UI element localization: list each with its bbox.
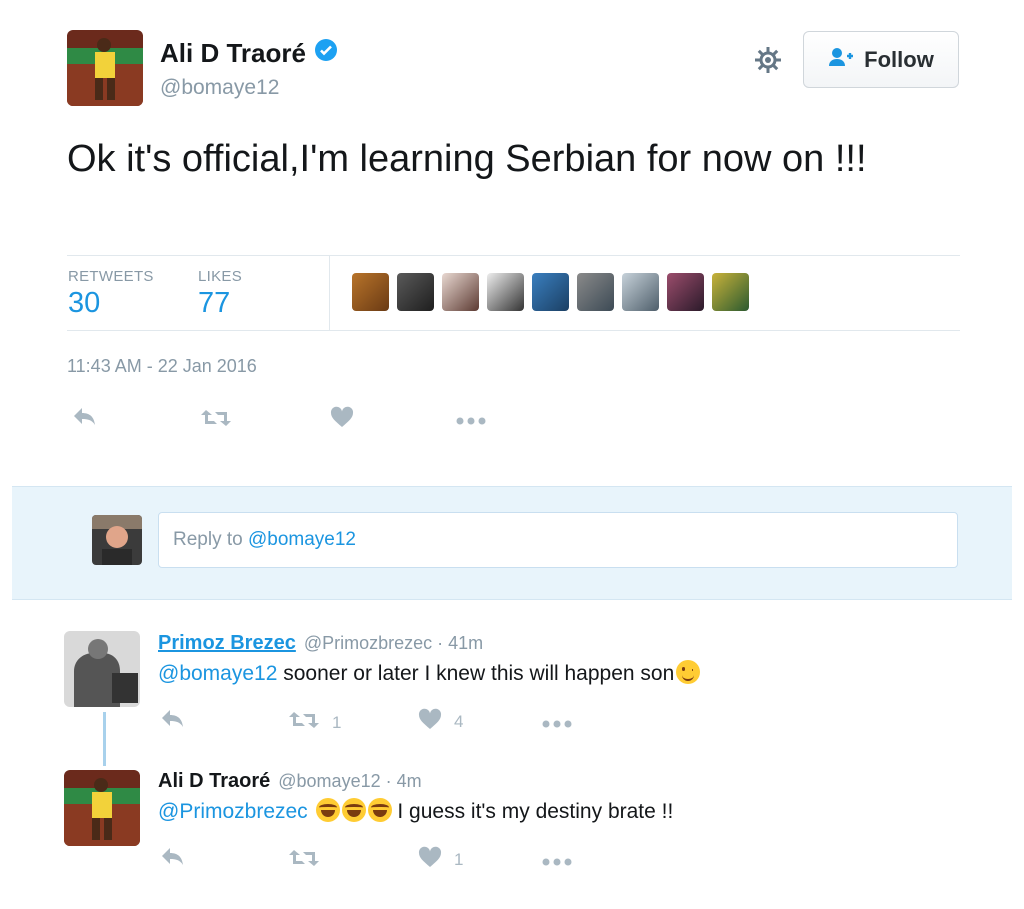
tears-of-joy-emoji-icon — [315, 798, 340, 822]
retweet-icon — [200, 408, 232, 433]
reply-mention[interactable]: @Primozbrezec — [158, 800, 308, 823]
follow-label: Follow — [864, 46, 934, 72]
reply-action[interactable] — [160, 708, 186, 735]
winking-face-emoji-icon — [676, 660, 701, 684]
more-action[interactable] — [542, 852, 572, 872]
gear-icon[interactable] — [752, 44, 784, 76]
author-avatar[interactable] — [67, 30, 143, 106]
follow-user-icon — [828, 47, 854, 73]
liker-avatar[interactable] — [712, 273, 749, 311]
retweet-icon — [288, 848, 320, 873]
retweets-stat[interactable]: RETWEETS 30 — [68, 268, 154, 320]
reply-text: @bomaye12 sooner or later I knew this wi… — [158, 660, 701, 686]
tears-of-joy-emoji-icon — [367, 798, 392, 822]
author-name[interactable]: Ali D Traoré — [160, 38, 306, 69]
tweet-timestamp[interactable]: 11:43 AM - 22 Jan 2016 — [67, 356, 257, 377]
liker-avatar[interactable] — [532, 273, 569, 311]
liker-avatar[interactable] — [577, 273, 614, 311]
liker-avatar[interactable] — [442, 273, 479, 311]
current-user-avatar[interactable] — [92, 515, 142, 565]
reply-icon — [72, 406, 98, 433]
reply-meta: @bomaye12 · 4m — [278, 771, 422, 791]
reply-body: sooner or later I knew this will happen … — [277, 662, 675, 685]
retweets-label: RETWEETS — [68, 268, 154, 285]
like-action[interactable]: 1 — [418, 846, 463, 873]
reply-icon — [160, 846, 186, 873]
like-icon — [418, 708, 442, 735]
reply-text: @Primozbrezec I guess it's my destiny br… — [158, 798, 673, 824]
reply-mention[interactable]: @bomaye12 — [158, 662, 277, 685]
liker-avatar[interactable] — [667, 273, 704, 311]
liker-avatar[interactable] — [397, 273, 434, 311]
liker-avatars — [352, 273, 749, 311]
stats-divider — [329, 255, 330, 330]
reply-input[interactable]: Reply to @bomaye12 — [158, 512, 958, 568]
like-action[interactable] — [330, 406, 354, 433]
likes-stat[interactable]: LIKES 77 — [198, 268, 242, 320]
reply-body: I guess it's my destiny brate !! — [391, 800, 674, 823]
likes-label: LIKES — [198, 268, 243, 285]
retweet-action[interactable]: 1 — [288, 710, 341, 735]
conversation-thread-line — [103, 712, 106, 766]
reply-action[interactable] — [72, 406, 98, 433]
liker-avatar[interactable] — [622, 273, 659, 311]
liker-avatar[interactable] — [487, 273, 524, 311]
reply-author-name[interactable]: Ali D Traoré — [158, 770, 270, 793]
reply-placeholder-mention: @bomaye12 — [247, 529, 357, 550]
more-icon — [456, 411, 486, 431]
like-count: 1 — [454, 849, 464, 869]
reply-header: Ali D Traoré @bomaye12 · 4m — [158, 770, 422, 793]
retweet-action[interactable] — [288, 848, 332, 873]
tweet-text: Ok it's official,I'm learning Serbian fo… — [67, 138, 867, 180]
more-action[interactable] — [542, 714, 572, 734]
follow-button[interactable]: Follow — [803, 31, 959, 88]
reply-header: Primoz Brezec @Primozbrezec · 41m — [158, 632, 483, 655]
reply-avatar[interactable] — [64, 770, 140, 846]
more-icon — [542, 852, 572, 872]
likes-count: 77 — [198, 287, 231, 319]
reply-icon — [160, 708, 186, 735]
like-count: 4 — [454, 711, 464, 731]
author-handle[interactable]: @bomaye12 — [160, 76, 279, 100]
like-icon — [330, 406, 354, 433]
reply-author-name[interactable]: Primoz Brezec — [158, 632, 296, 655]
reply-action[interactable] — [160, 846, 186, 873]
retweet-icon — [288, 710, 320, 735]
like-action[interactable]: 4 — [418, 708, 463, 735]
tears-of-joy-emoji-icon — [341, 798, 366, 822]
retweets-count: 30 — [68, 287, 101, 319]
author-name-row: Ali D Traoré — [160, 38, 338, 69]
reply-avatar[interactable] — [64, 631, 140, 707]
more-icon — [542, 714, 572, 734]
retweet-action[interactable] — [200, 408, 232, 433]
liker-avatar[interactable] — [352, 273, 389, 311]
reply-placeholder-prefix: Reply to — [173, 529, 248, 550]
more-action[interactable] — [456, 411, 486, 431]
retweet-count: 1 — [332, 712, 342, 732]
verified-badge-icon — [314, 38, 338, 69]
reply-meta: @Primozbrezec · 41m — [303, 633, 484, 653]
like-icon — [418, 846, 442, 873]
